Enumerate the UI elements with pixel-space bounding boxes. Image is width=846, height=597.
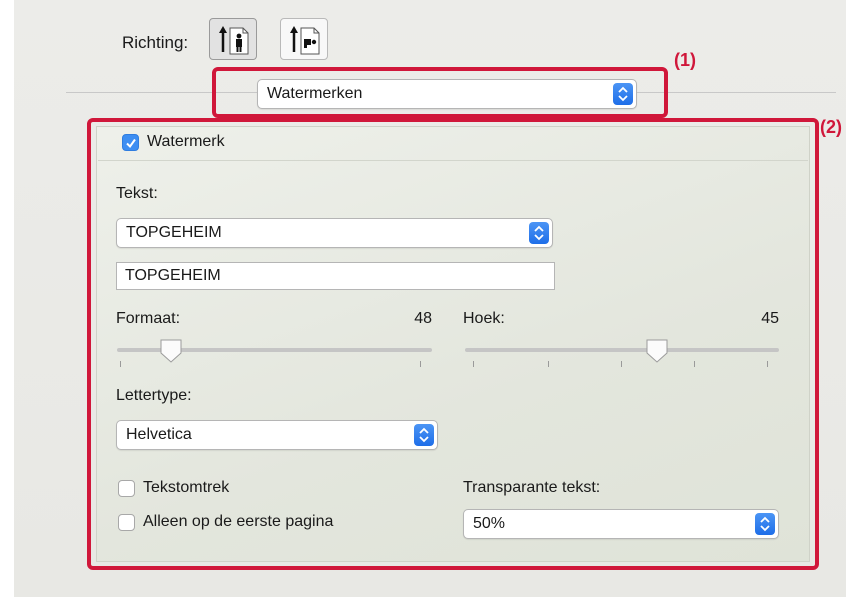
landscape-icon bbox=[290, 26, 320, 55]
callout-2-label: (2) bbox=[820, 117, 842, 137]
orientation-label: Richting: bbox=[122, 33, 189, 52]
callout-1-highlight bbox=[212, 67, 668, 118]
landscape-orientation-button[interactable] bbox=[280, 18, 328, 60]
portrait-icon bbox=[219, 26, 249, 55]
portrait-orientation-button[interactable] bbox=[209, 18, 257, 60]
callout-2-highlight bbox=[87, 118, 819, 570]
callout-1-label: (1) bbox=[674, 50, 696, 70]
